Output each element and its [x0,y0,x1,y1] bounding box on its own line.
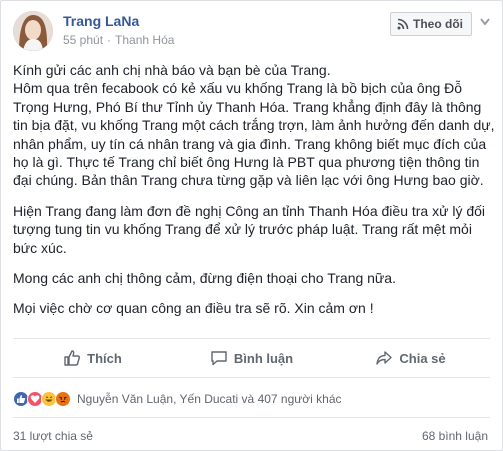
reactions-row[interactable]: Nguyễn Văn Luận, Yến Ducati và 407 người… [13,390,342,408]
angry-reaction-icon [55,391,71,407]
author-name-link[interactable]: Trang LaNa [63,13,139,29]
comment-button-label: Bình luận [233,350,294,366]
post-time[interactable]: 55 phút [63,33,103,47]
share-button-label: Chia sẻ [399,350,446,366]
comment-button[interactable]: Bình luận [172,339,331,377]
follow-button[interactable]: Theo dõi [390,12,472,36]
thumbs-up-icon [64,350,81,366]
comment-icon [211,351,227,366]
follow-button-label: Theo dõi [413,17,463,31]
reaction-summary[interactable]: Nguyễn Văn Luận, Yến Ducati và 407 người… [77,392,342,406]
stats-divider [13,417,490,418]
post-card: Trang LaNa 55 phút · Thanh Hóa Theo dõi … [0,0,503,451]
chevron-down-icon[interactable] [480,18,490,26]
post-body: Kính gửi các anh chị nhà báo và bạn bè c… [13,61,495,330]
like-button-label: Thích [87,350,122,366]
like-button[interactable]: Thích [13,339,172,377]
post-paragraph: Kính gửi các anh chị nhà báo và bạn bè c… [13,62,495,189]
avatar-image [13,11,53,51]
post-header: Trang LaNa 55 phút · Thanh Hóa Theo dõi [13,10,490,54]
post-location[interactable]: Thanh Hóa [115,33,174,47]
comment-count[interactable]: 68 bình luận [422,429,488,443]
meta-separator: · [107,33,112,47]
author-avatar[interactable] [13,11,53,51]
rss-icon [397,18,409,30]
post-paragraph: Mong các anh chị thông cảm, đừng điện th… [13,270,396,287]
post-meta: 55 phút · Thanh Hóa [63,33,174,47]
share-icon [376,351,393,365]
post-paragraph: Hiện Trang đang làm đơn đề nghị Công an … [13,202,486,256]
post-action-bar: Thích Bình luận Chia sẻ [13,338,490,378]
share-button[interactable]: Chia sẻ [331,339,490,377]
share-count[interactable]: 31 lượt chia sẻ [13,429,93,443]
post-paragraph: Mọi việc chờ cơ quan công an điều tra sẽ… [13,300,374,317]
